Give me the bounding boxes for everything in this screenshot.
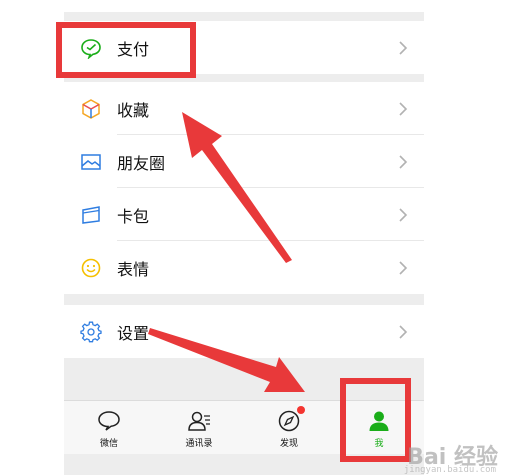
- tab-chats[interactable]: 微信: [64, 401, 154, 454]
- chevron-right-icon: [399, 260, 408, 275]
- menu-item-label: 表情: [117, 259, 150, 279]
- wallet-icon: [80, 204, 102, 226]
- notification-dot: [297, 406, 305, 414]
- tab-label: 通讯录: [185, 439, 213, 449]
- cube-icon: [80, 98, 102, 120]
- chevron-right-icon: [399, 101, 408, 116]
- menu-item-label: 卡包: [117, 206, 150, 226]
- menu-item-settings[interactable]: 设置: [64, 305, 424, 358]
- menu-item-cards[interactable]: 卡包: [64, 188, 424, 241]
- menu-item-label: 收藏: [117, 100, 150, 120]
- tab-label: 发现: [279, 439, 298, 449]
- chevron-right-icon: [399, 207, 408, 222]
- menu-item-favorites[interactable]: 收藏: [64, 82, 424, 135]
- contacts-icon: [186, 409, 212, 433]
- menu-item-moments[interactable]: 朋友圈: [64, 135, 424, 188]
- menu-item-label: 朋友圈: [117, 153, 166, 173]
- chevron-right-icon: [399, 40, 408, 55]
- tab-discover[interactable]: 发现: [244, 401, 334, 454]
- tab-label: 微信: [99, 439, 118, 449]
- top-group-edge: [64, 0, 424, 12]
- features-group: 收藏 朋友圈 卡包 表情: [64, 82, 424, 294]
- smiley-icon: [80, 257, 102, 279]
- settings-group: 设置: [64, 305, 424, 358]
- chevron-right-icon: [399, 154, 408, 169]
- menu-item-stickers[interactable]: 表情: [64, 241, 424, 294]
- compass-icon: [276, 406, 305, 433]
- chevron-right-icon: [399, 324, 408, 339]
- menu-item-label: 设置: [117, 323, 150, 343]
- watermark-url: jingyan.baidu.com: [403, 465, 496, 475]
- highlight-box-pay: [56, 22, 196, 78]
- chat-bubble-icon: [96, 409, 122, 433]
- tab-contacts[interactable]: 通讯录: [154, 401, 244, 454]
- gear-icon: [80, 321, 102, 343]
- picture-icon: [80, 151, 102, 173]
- highlight-box-me: [340, 378, 411, 462]
